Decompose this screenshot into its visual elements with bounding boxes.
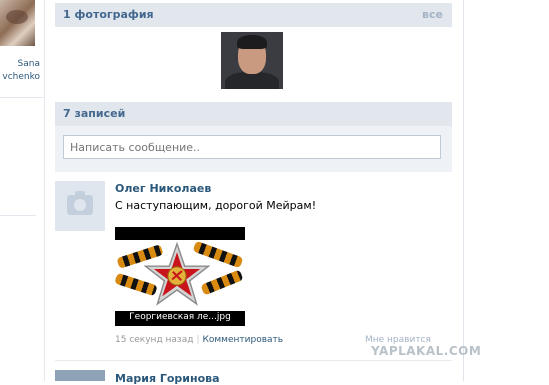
sidebar-divider	[0, 97, 44, 98]
friend-avatar[interactable]	[0, 0, 35, 46]
meta-separator: |	[196, 335, 200, 345]
photo-thumbnail[interactable]	[221, 32, 283, 89]
order-star-icon	[143, 241, 211, 306]
site-watermark: YAPLAKAL.COM	[371, 344, 482, 358]
photos-section-header[interactable]: 1 фотография все	[55, 3, 452, 27]
post-author-name[interactable]: Олег Николаев	[115, 182, 211, 195]
post-meta: 15 секунд назад | Комментировать	[115, 335, 283, 345]
post-divider	[55, 360, 452, 361]
camera-icon	[67, 191, 93, 215]
compose-input[interactable]	[63, 135, 441, 159]
posts-section-title: 7 записей	[63, 107, 126, 120]
compose-area	[55, 126, 452, 172]
comment-link[interactable]: Комментировать	[203, 335, 284, 345]
sidebar-divider	[0, 215, 36, 216]
posts-section-header: 7 записей	[55, 102, 452, 126]
friend-name-line1[interactable]: Sana	[0, 59, 40, 69]
page-border	[463, 0, 464, 381]
profile-main-column: 1 фотография все 7 записей Олег Николаев…	[55, 0, 452, 385]
attachment-filename: Георгиевская ле...jpg	[129, 312, 231, 322]
friend-name-line2[interactable]: vchenko	[0, 72, 40, 82]
photos-section-title[interactable]: 1 фотография	[63, 8, 154, 21]
post-image-attachment[interactable]: Георгиевская ле...jpg	[115, 227, 245, 326]
post-author-avatar[interactable]	[55, 370, 105, 381]
post-author-name[interactable]: Мария Горинова	[115, 372, 220, 385]
post-timestamp[interactable]: 15 секунд назад	[115, 335, 193, 345]
post-author-avatar[interactable]	[55, 181, 105, 231]
left-sidebar: Sana vchenko	[0, 0, 45, 381]
post-text: С наступающим, дорогой Мейрам!	[115, 199, 317, 212]
photos-all-link[interactable]: все	[422, 8, 443, 21]
